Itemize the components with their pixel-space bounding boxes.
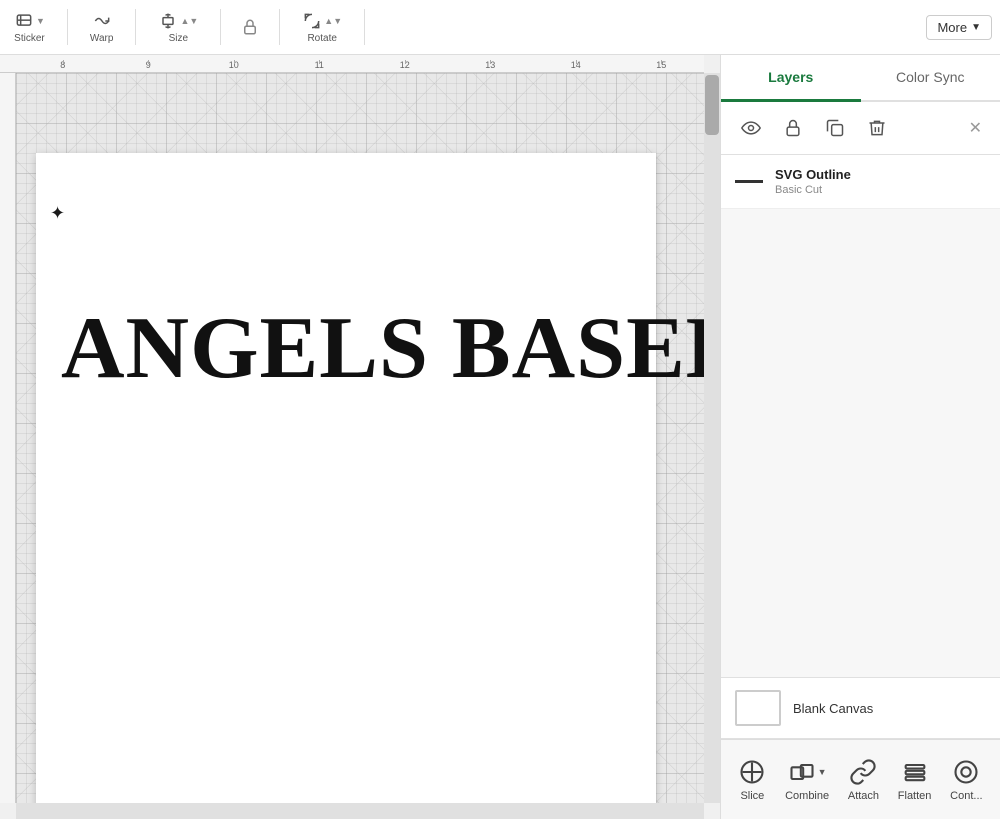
warp-tool[interactable]: Warp xyxy=(84,7,120,48)
app: ▼ Sticker Warp xyxy=(0,0,1000,819)
design-star: ✦ xyxy=(50,203,65,224)
sticker-icon: ▼ xyxy=(14,11,45,31)
canvas-wrapper[interactable]: 8 9 10 11 12 13 14 15 xyxy=(0,55,720,819)
divider-3 xyxy=(220,9,221,45)
tab-color-sync[interactable]: Color Sync xyxy=(861,55,1000,102)
size-tool[interactable]: ▲▼ Size xyxy=(152,7,204,48)
design-text: ANGELS BASEBALL xyxy=(61,303,704,393)
ruler-mark-13: 13 xyxy=(448,60,534,70)
divider-1 xyxy=(67,9,68,45)
tab-layers[interactable]: Layers xyxy=(721,55,861,102)
panel-tabs: Layers Color Sync xyxy=(721,55,1000,102)
more-button[interactable]: More ▼ xyxy=(926,15,992,40)
lock-layer-button[interactable] xyxy=(777,112,809,144)
right-panel: Layers Color Sync xyxy=(720,55,1000,819)
ruler-vertical xyxy=(0,73,16,803)
ruler-mark-9: 9 xyxy=(106,60,192,70)
panel-close-button[interactable]: ✕ xyxy=(965,114,986,142)
combine-button[interactable]: ▼ Combine xyxy=(777,752,837,808)
ruler-mark-11: 11 xyxy=(277,60,363,70)
ruler-mark-10: 10 xyxy=(191,60,277,70)
canvas-section: 8 9 10 11 12 13 14 15 xyxy=(0,55,720,819)
flatten-button[interactable]: Flatten xyxy=(890,752,940,808)
delete-layer-button[interactable] xyxy=(861,112,893,144)
scrollbar-horizontal[interactable] xyxy=(16,803,704,819)
duplicate-layer-button[interactable] xyxy=(819,112,851,144)
warp-icon xyxy=(92,11,112,31)
size-icon: ▲▼ xyxy=(158,11,198,31)
layer-name: SVG Outline xyxy=(775,167,986,182)
layer-type: Basic Cut xyxy=(775,184,986,196)
ruler-horizontal: 8 9 10 11 12 13 14 15 xyxy=(0,55,704,73)
more-chevron-icon: ▼ xyxy=(971,22,981,33)
blank-canvas-thumbnail xyxy=(735,690,781,726)
sticker-tool[interactable]: ▼ Sticker xyxy=(8,7,51,48)
scrollbar-thumb-v[interactable] xyxy=(705,75,719,135)
layer-icons-row: ✕ xyxy=(721,102,1000,155)
app-body: 8 9 10 11 12 13 14 15 xyxy=(0,55,1000,819)
rotate-icon: ▲▼ xyxy=(302,11,342,31)
grid-canvas: ✦ ANGELS BASEBALL xyxy=(16,73,704,803)
ruler-mark-15: 15 xyxy=(619,60,705,70)
rotate-tool[interactable]: ▲▼ Rotate xyxy=(296,7,348,48)
ruler-mark-8: 8 xyxy=(20,60,106,70)
contour-button[interactable]: Cont... xyxy=(942,752,990,808)
attach-button[interactable]: Attach xyxy=(840,752,887,808)
divider-4 xyxy=(279,9,280,45)
blank-canvas-item[interactable]: Blank Canvas xyxy=(721,677,1000,739)
blank-canvas-label: Blank Canvas xyxy=(793,701,873,716)
visibility-toggle-button[interactable] xyxy=(735,112,767,144)
slice-button[interactable]: Slice xyxy=(730,752,774,808)
combine-arrow: ▼ xyxy=(818,767,827,777)
layer-color-indicator xyxy=(735,180,763,183)
scrollbar-vertical[interactable] xyxy=(704,73,720,803)
ruler-mark-12: 12 xyxy=(362,60,448,70)
layer-item-svg-outline[interactable]: SVG Outline Basic Cut xyxy=(721,155,1000,209)
top-toolbar: ▼ Sticker Warp xyxy=(0,0,1000,55)
white-canvas: ✦ ANGELS BASEBALL xyxy=(36,153,656,803)
ruler-mark-14: 14 xyxy=(533,60,619,70)
divider-2 xyxy=(135,9,136,45)
divider-5 xyxy=(364,9,365,45)
lock-icon xyxy=(237,18,263,36)
panel-bottom-toolbar: Slice ▼ Combine xyxy=(721,739,1000,819)
panel-spacer xyxy=(721,209,1000,677)
layer-info: SVG Outline Basic Cut xyxy=(775,167,986,196)
